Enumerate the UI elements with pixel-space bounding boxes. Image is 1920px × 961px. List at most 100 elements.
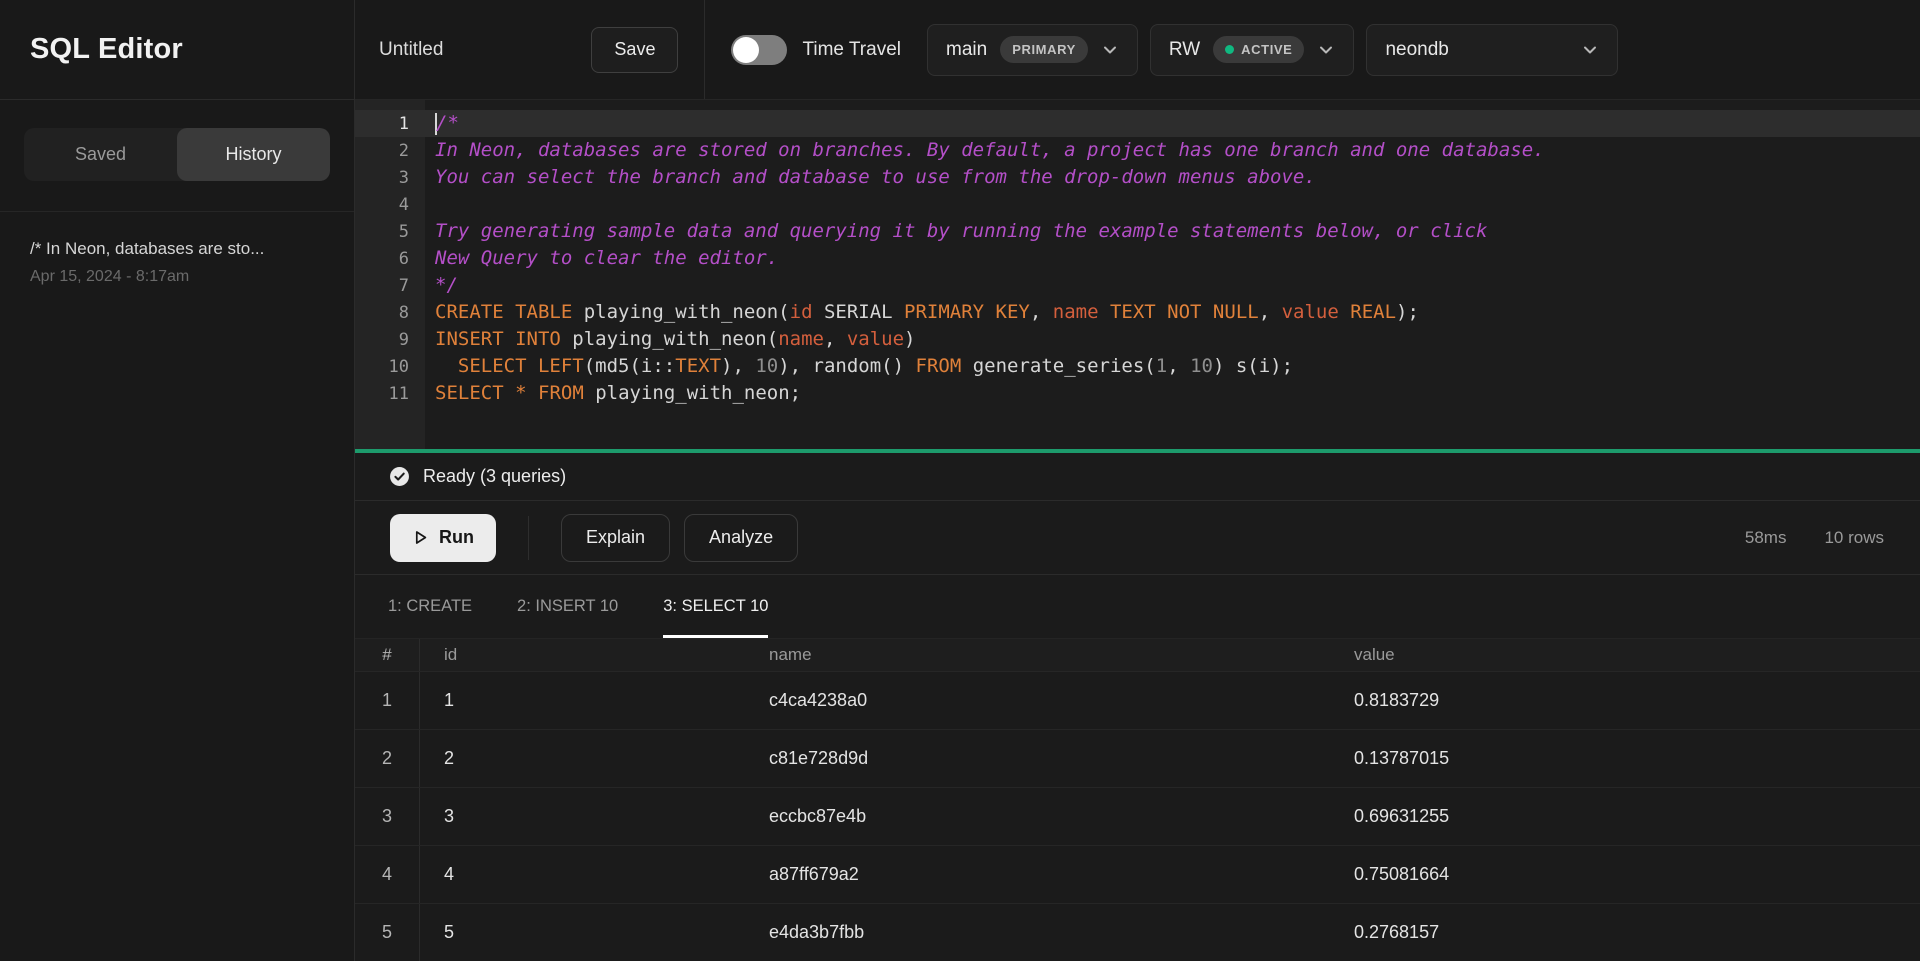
cell-id: 4 — [420, 864, 745, 885]
analyze-button[interactable]: Analyze — [684, 514, 798, 562]
table-row[interactable]: 11c4ca4238a00.8183729 — [355, 671, 1920, 729]
compute-name: RW — [1169, 39, 1200, 61]
line-number: 4 — [355, 195, 425, 215]
code-token: TEXT NOT NULL — [1110, 301, 1259, 323]
editor-line[interactable]: 6New Query to clear the editor. — [355, 245, 1920, 272]
code-token: , — [1259, 301, 1282, 323]
cell-row-num: 5 — [355, 904, 420, 961]
results-tab-2[interactable]: 2: INSERT 10 — [517, 575, 618, 638]
status-text: Ready (3 queries) — [423, 466, 566, 487]
editor-line[interactable]: 7*/ — [355, 272, 1920, 299]
line-code: INSERT INTO playing_with_neon(name, valu… — [425, 326, 916, 353]
line-number: 2 — [355, 141, 425, 161]
cell-name: eccbc87e4b — [745, 806, 1330, 827]
table-row[interactable]: 44a87ff679a20.75081664 — [355, 845, 1920, 903]
cell-value: 0.69631255 — [1330, 806, 1920, 827]
cell-row-num: 1 — [355, 672, 420, 729]
time-travel-toggle[interactable] — [731, 35, 787, 65]
table-row[interactable]: 33eccbc87e4b0.69631255 — [355, 787, 1920, 845]
code-token — [435, 355, 458, 377]
code-token: PRIMARY KEY — [904, 301, 1030, 323]
code-token: name — [778, 328, 824, 350]
code-token: ), random() — [778, 355, 915, 377]
line-code: SELECT LEFT(md5(i::TEXT), 10), random() … — [425, 353, 1293, 380]
editor-line[interactable]: 1/* — [355, 110, 1920, 137]
editor-line[interactable]: 4 — [355, 191, 1920, 218]
code-token: In Neon, databases are stored on branche… — [435, 139, 1545, 161]
play-icon — [412, 529, 429, 546]
line-code: Try generating sample data and querying … — [425, 218, 1487, 245]
line-number: 5 — [355, 222, 425, 242]
history-list: /* In Neon, databases are sto...Apr 15, … — [0, 212, 354, 312]
code-token: FROM — [538, 382, 584, 404]
line-code: /* — [425, 110, 459, 137]
code-token — [504, 382, 515, 404]
code-token: (md5(i:: — [584, 355, 676, 377]
main-panel: Untitled Save Time Travel main PRIMARY R… — [355, 0, 1920, 961]
sql-editor-app: SQL Editor SavedHistory /* In Neon, data… — [0, 0, 1920, 961]
code-token: playing_with_neon( — [561, 328, 778, 350]
editor-line[interactable]: 2 In Neon, databases are stored on branch… — [355, 137, 1920, 164]
editor-line[interactable]: 9INSERT INTO playing_with_neon(name, val… — [355, 326, 1920, 353]
code-token: , — [1030, 301, 1053, 323]
sidebar: SQL Editor SavedHistory /* In Neon, data… — [0, 0, 355, 961]
code-token: SELECT LEFT — [458, 355, 584, 377]
editor-line[interactable]: 10 SELECT LEFT(md5(i::TEXT), 10), random… — [355, 353, 1920, 380]
results-tab-3[interactable]: 3: SELECT 10 — [663, 575, 768, 638]
editor-line[interactable]: 8CREATE TABLE playing_with_neon(id SERIA… — [355, 299, 1920, 326]
sidebar-tab-saved[interactable]: Saved — [24, 128, 177, 181]
code-token: value — [847, 328, 904, 350]
save-button[interactable]: Save — [591, 27, 678, 73]
code-token: , — [1167, 355, 1190, 377]
active-status-dot — [1225, 45, 1234, 54]
compute-selector[interactable]: RW ACTIVE — [1150, 24, 1355, 76]
actions-divider — [528, 516, 529, 560]
results-table-header: #idnamevalue — [355, 639, 1920, 671]
explain-button[interactable]: Explain — [561, 514, 670, 562]
run-label: Run — [439, 527, 474, 548]
line-number: 9 — [355, 330, 425, 350]
cell-value: 0.13787015 — [1330, 748, 1920, 769]
cell-name: e4da3b7fbb — [745, 922, 1330, 943]
line-number: 8 — [355, 303, 425, 323]
code-token: 10 — [1190, 355, 1213, 377]
code-token: FROM — [916, 355, 962, 377]
history-item[interactable]: /* In Neon, databases are sto...Apr 15, … — [30, 238, 324, 286]
chevron-down-icon — [1317, 41, 1335, 59]
editor-line[interactable]: 3You can select the branch and database … — [355, 164, 1920, 191]
line-number: 3 — [355, 168, 425, 188]
result-row-count: 10 rows — [1824, 528, 1884, 548]
code-token: INSERT INTO — [435, 328, 561, 350]
code-token: ) — [904, 328, 915, 350]
code-token: SERIAL — [813, 301, 905, 323]
code-token — [1339, 301, 1350, 323]
cell-value: 0.2768157 — [1330, 922, 1920, 943]
status-bar: Ready (3 queries) — [355, 453, 1920, 501]
code-editor[interactable]: 1/* 2 In Neon, databases are stored on bra… — [355, 100, 1920, 449]
code-token: ); — [1396, 301, 1419, 323]
column-header-name: name — [745, 645, 1330, 665]
cell-value: 0.8183729 — [1330, 690, 1920, 711]
editor-line[interactable]: 5Try generating sample data and querying… — [355, 218, 1920, 245]
topbar-divider — [704, 0, 705, 99]
editor-line[interactable]: 11SELECT * FROM playing_with_neon; — [355, 380, 1920, 407]
run-button[interactable]: Run — [390, 514, 496, 562]
branch-selector[interactable]: main PRIMARY — [927, 24, 1138, 76]
toggle-knob — [733, 37, 759, 63]
code-token — [1099, 301, 1110, 323]
code-token: TEXT — [675, 355, 721, 377]
sidebar-tab-history[interactable]: History — [177, 128, 330, 181]
query-title: Untitled — [379, 39, 443, 61]
table-row[interactable]: 55e4da3b7fbb0.2768157 — [355, 903, 1920, 961]
sidebar-tabs: SavedHistory — [0, 100, 354, 212]
results-tab-1[interactable]: 1: CREATE — [388, 575, 472, 638]
database-selector[interactable]: neondb — [1366, 24, 1618, 76]
code-token: playing_with_neon; — [584, 382, 801, 404]
cell-id: 5 — [420, 922, 745, 943]
results-panel: 1: CREATE 2: INSERT 10 3: SELECT 10 #idnam… — [355, 575, 1920, 961]
results-table-body: 11c4ca4238a00.818372922c81e728d9d0.13787… — [355, 671, 1920, 961]
code-token: name — [1053, 301, 1099, 323]
code-token: CREATE TABLE — [435, 301, 572, 323]
code-token: * — [515, 382, 526, 404]
table-row[interactable]: 22c81e728d9d0.13787015 — [355, 729, 1920, 787]
